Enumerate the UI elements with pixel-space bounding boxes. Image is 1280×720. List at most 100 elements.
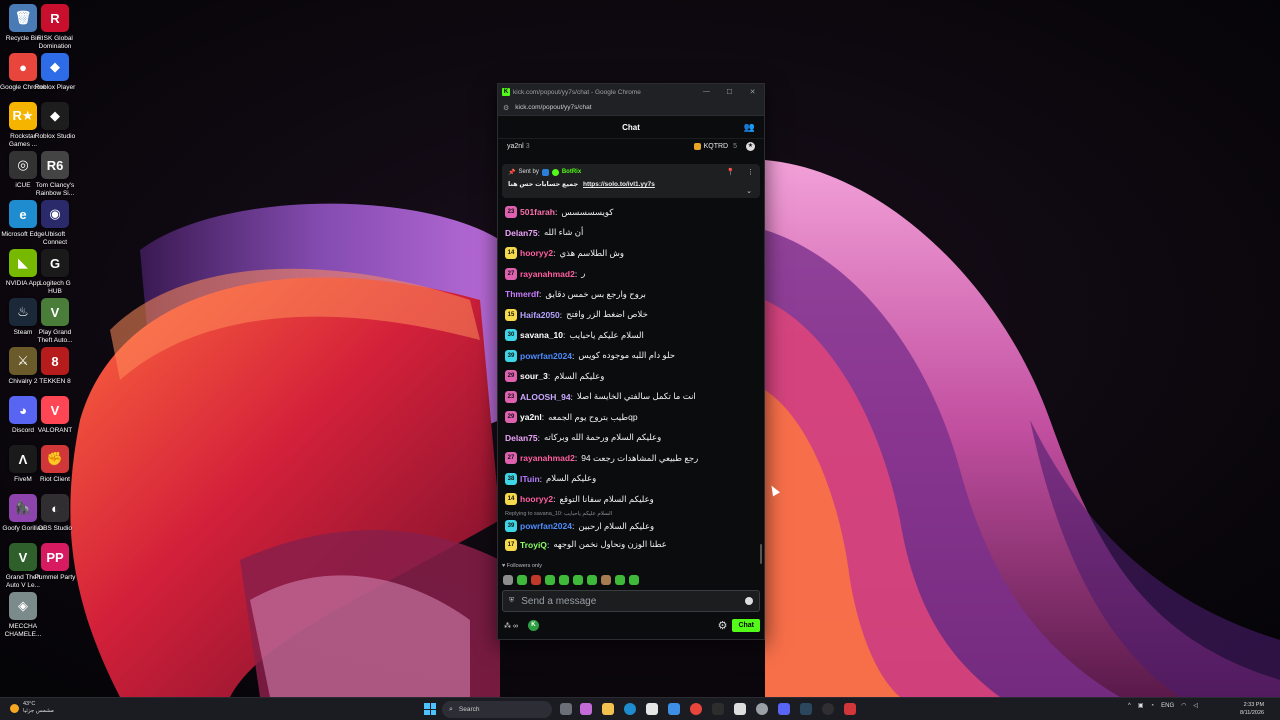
desktop-icon[interactable]: R RISK Global Domination <box>32 4 78 50</box>
chat-username[interactable]: ALOOSH_94 <box>520 392 571 402</box>
obs-icon[interactable] <box>822 703 834 715</box>
minimize-button[interactable]: — <box>695 88 718 96</box>
emote-icon[interactable] <box>615 575 625 585</box>
chat-username[interactable]: Delan75 <box>505 228 538 238</box>
emote-icon[interactable] <box>545 575 555 585</box>
more-options-icon[interactable]: ⋮ <box>747 168 754 176</box>
address-bar[interactable]: ⚙ kick.com/popout/yy7s/chat <box>498 100 764 116</box>
chat-message[interactable]: 38 ITuin: وعليكم السلام <box>505 469 764 490</box>
top-right-user[interactable]: KQTRD <box>704 143 729 150</box>
chat-username[interactable]: sour_3 <box>520 371 548 381</box>
emoji-picker-icon[interactable] <box>745 597 753 605</box>
desktop-icon[interactable]: ✊ Riot Client <box>32 445 78 484</box>
message-input-box[interactable]: ⛨ <box>502 590 760 612</box>
network-icon[interactable]: ◔ <box>1151 703 1155 709</box>
terminal-icon[interactable] <box>712 703 724 715</box>
emote-icon[interactable] <box>559 575 569 585</box>
chat-message[interactable]: Delan75: أن شاء الله <box>505 223 764 244</box>
desktop-icon[interactable]: ◆ Roblox Player <box>32 53 78 92</box>
desktop-icon[interactable]: 8 TEKKEN 8 <box>32 347 78 386</box>
emote-icon[interactable] <box>531 575 541 585</box>
unpin-icon[interactable]: 📍 <box>726 168 735 176</box>
user-settings-icon[interactable]: 👥 <box>744 122 755 133</box>
emote-icon[interactable] <box>601 575 611 585</box>
chat-message[interactable]: 27 rayanahmad2: ر <box>505 264 764 285</box>
riot-icon[interactable] <box>844 703 856 715</box>
mail-icon[interactable] <box>668 703 680 715</box>
chat-message[interactable]: 17 TroyiQ: عطنا الوزن ونحاول نخمن الوجهه <box>505 535 764 556</box>
close-button[interactable]: ✕ <box>741 88 764 96</box>
task-view-icon[interactable] <box>560 703 572 715</box>
taskbar-search[interactable]: ⌕ Search <box>442 701 552 718</box>
edge-icon[interactable] <box>624 703 636 715</box>
chat-message[interactable]: 30 savana_10: السلام عليكم ياحبايب <box>505 325 764 346</box>
chevron-up-icon[interactable]: ^ <box>1128 703 1131 709</box>
chat-message[interactable]: 39 powrfan2024: حلو دام اللبه موجوده كويس <box>505 346 764 367</box>
chat-username[interactable]: powrfan2024 <box>520 521 572 531</box>
chat-scrollbar[interactable] <box>760 544 762 564</box>
kicks-balance-icon[interactable]: ⁂ ∞ <box>504 622 518 630</box>
chat-message[interactable]: 14 hooryy2: وش الطلاسم هذي <box>505 243 764 264</box>
chat-username[interactable]: Haifa2050 <box>520 310 560 320</box>
maximize-button[interactable]: ☐ <box>718 88 741 96</box>
settings-icon[interactable] <box>756 703 768 715</box>
chat-message[interactable]: Thmerdf: بروح وارجع بس خمس دقايق <box>505 284 764 305</box>
language-indicator[interactable]: ENG <box>1161 703 1174 709</box>
chat-message[interactable]: 29 sour_3: وعليكم السلام <box>505 366 764 387</box>
emote-icon[interactable] <box>587 575 597 585</box>
wifi-icon[interactable]: ◠ <box>1181 702 1186 709</box>
taskbar-clock[interactable]: 2:33 PM 8/11/2026 <box>1240 701 1264 717</box>
message-input[interactable] <box>521 595 745 607</box>
window-titlebar[interactable]: K kick.com/popout/yy7s/chat - Google Chr… <box>498 84 764 100</box>
chat-message[interactable]: 29 ya2nl: طيب بتروح يوم الجمعهqp <box>505 407 764 428</box>
chat-username[interactable]: Delan75 <box>505 433 538 443</box>
chat-message[interactable]: 23 501farah: كويسسسسس <box>505 202 764 223</box>
chat-username[interactable]: ITuin <box>520 474 540 484</box>
copilot-icon[interactable] <box>580 703 592 715</box>
pinned-link[interactable]: https://solo.to/ivl1.yy7s <box>583 181 655 188</box>
chat-username[interactable]: TroyiQ <box>520 540 547 550</box>
emote-icon[interactable] <box>629 575 639 585</box>
tray-app-icon[interactable]: ▣ <box>1138 702 1144 709</box>
site-settings-icon[interactable]: ⚙ <box>503 104 509 112</box>
desktop-icon[interactable]: ◈ MECCHA CHAMELE... <box>0 592 46 638</box>
chat-settings-gear-icon[interactable]: ⚙ <box>718 619 728 632</box>
chat-username[interactable]: rayanahmad2 <box>520 453 575 463</box>
desktop-icon[interactable]: V Play Grand Theft Auto... <box>32 298 78 344</box>
chat-message[interactable]: 27 rayanahmad2: رجع طبيعي المشاهدات رجعت 9… <box>505 448 764 469</box>
chat-username[interactable]: powrfan2024 <box>520 351 572 361</box>
emote-icon[interactable] <box>573 575 583 585</box>
desktop-icon[interactable]: V VALORANT <box>32 396 78 435</box>
kick-points-icon[interactable]: K <box>527 620 539 631</box>
top-user-name[interactable]: ya2nl <box>507 143 524 150</box>
emote-icon[interactable] <box>503 575 513 585</box>
pinned-bot-name[interactable]: BotRix <box>562 169 581 175</box>
desktop-icon[interactable]: PP Pummel Party <box>32 543 78 582</box>
desktop-icon[interactable]: ◆ Roblox Studio <box>32 102 78 141</box>
start-button[interactable] <box>424 703 436 715</box>
volume-icon[interactable]: ◁ <box>1193 702 1198 709</box>
desktop-icon[interactable]: R6 Tom Clancy's Rainbow Si... <box>32 151 78 197</box>
chat-message[interactable]: 39 powrfan2024: وعليكم السلام ارحبين <box>505 518 764 535</box>
weather-widget[interactable]: 43°C مشمس جزئيا <box>10 701 54 715</box>
chat-username[interactable]: ya2nl <box>520 412 542 422</box>
chat-username[interactable]: savana_10 <box>520 330 563 340</box>
chat-username[interactable]: hooryy2 <box>520 494 553 504</box>
file-explorer-icon[interactable] <box>602 703 614 715</box>
chat-username[interactable]: Thmerdf <box>505 289 539 299</box>
leaderboard-icon[interactable]: ★ <box>746 141 755 151</box>
chat-message[interactable]: 23 ALOOSH_94: انت ما تكمل سالفتي الخايسة ا… <box>505 387 764 408</box>
store-icon[interactable] <box>646 703 658 715</box>
chat-username[interactable]: hooryy2 <box>520 248 553 258</box>
emote-icon[interactable] <box>517 575 527 585</box>
steam-icon[interactable] <box>800 703 812 715</box>
desktop-icon[interactable]: ◉ Ubisoft Connect <box>32 200 78 246</box>
discord-icon[interactable] <box>778 703 790 715</box>
chat-message[interactable]: Delan75: وعليكم السلام ورحمة الله وبركاته <box>505 428 764 449</box>
chevron-down-icon[interactable]: ⌄ <box>746 187 752 195</box>
capcut-icon[interactable] <box>734 703 746 715</box>
desktop-icon[interactable]: G Logitech G HUB <box>32 249 78 295</box>
desktop-icon[interactable]: ◐ OBS Studio <box>32 494 78 533</box>
chat-username[interactable]: rayanahmad2 <box>520 269 575 279</box>
chat-message[interactable]: 15 Haifa2050: خلاص اضغط الزر وافتح <box>505 305 764 326</box>
